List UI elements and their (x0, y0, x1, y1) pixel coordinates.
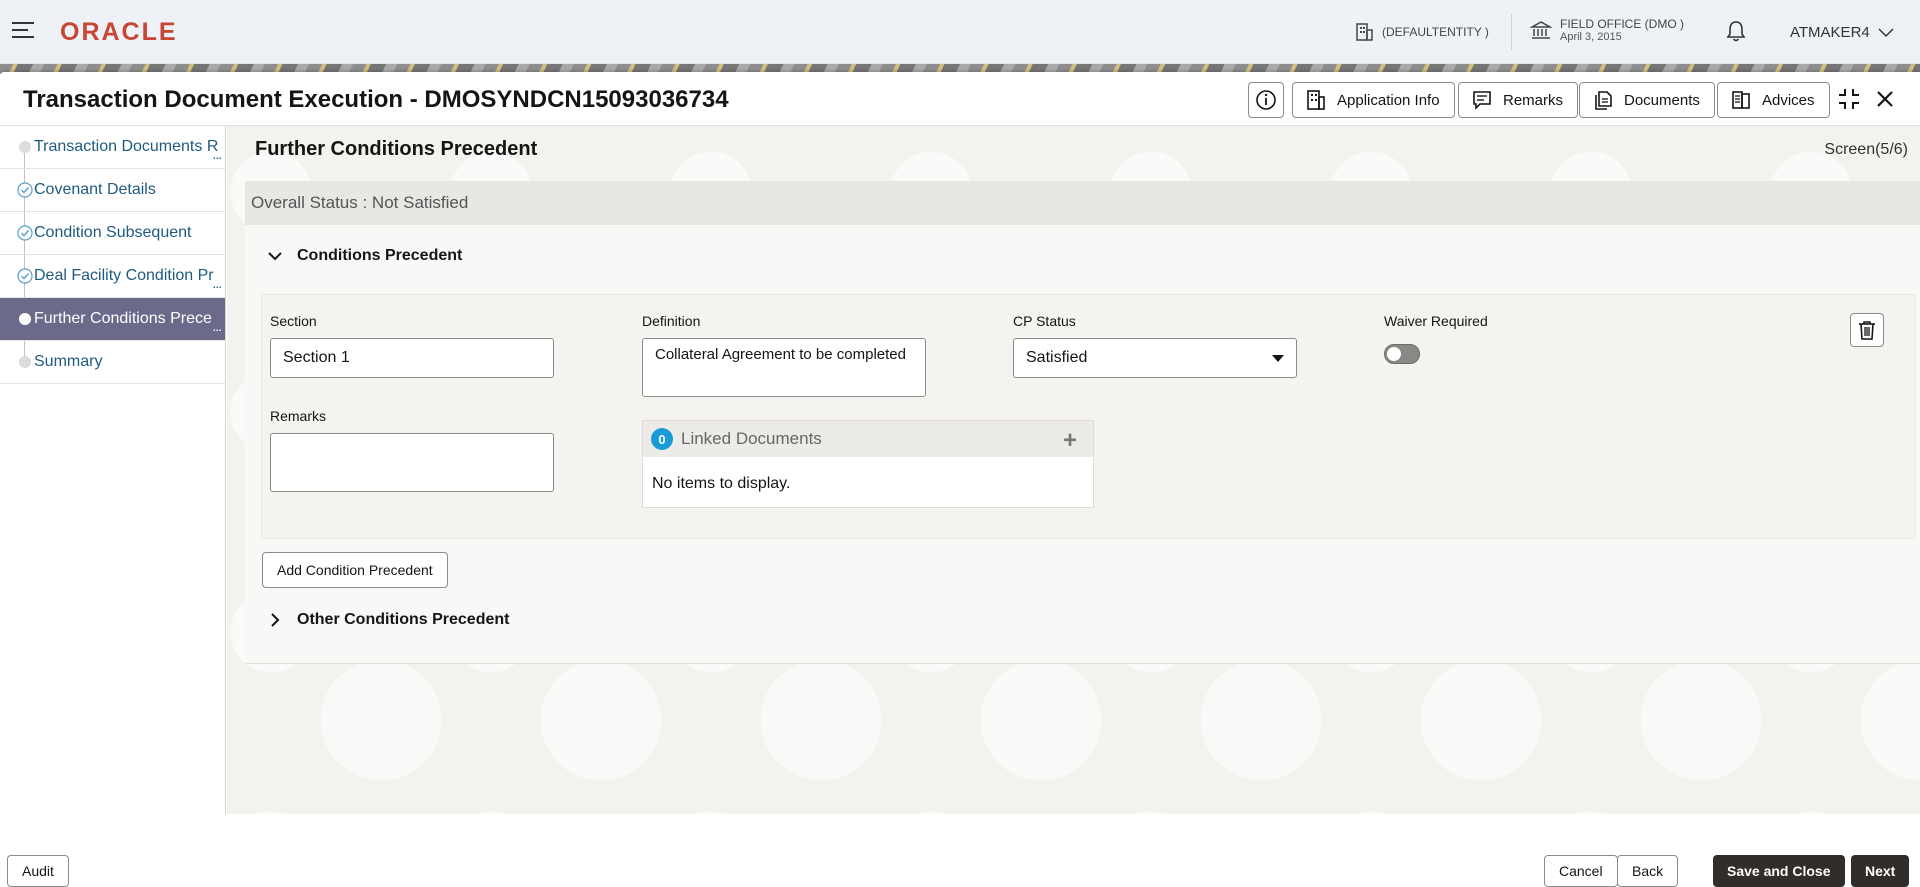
delete-condition-button[interactable] (1850, 313, 1884, 347)
section-input[interactable]: Section 1 (270, 338, 554, 378)
waiver-required-toggle[interactable] (1384, 344, 1420, 364)
notification-bell-icon[interactable] (1725, 19, 1747, 43)
pending-dot-icon (19, 141, 31, 153)
cp-status-select[interactable]: Satisfied (1013, 338, 1297, 378)
remarks-button[interactable]: Remarks (1458, 82, 1579, 118)
add-condition-precedent-button[interactable]: Add Condition Precedent (262, 552, 448, 588)
section-title: Other Conditions Precedent (297, 611, 510, 628)
nav-item-label: Condition Subsequent (34, 224, 192, 241)
comment-icon (1473, 91, 1491, 110)
nav-item-deal-facility-condition[interactable]: Deal Facility Condition Pr ... (0, 255, 225, 298)
linked-documents-title: Linked Documents (681, 429, 822, 448)
advices-button[interactable]: Advices (1717, 82, 1830, 118)
screen-indicator: Screen(5/6) (1824, 141, 1908, 158)
linked-documents-header: 0 Linked Documents + (643, 421, 1093, 457)
dropdown-caret-icon (1272, 355, 1284, 362)
cancel-button[interactable]: Cancel (1544, 855, 1618, 887)
task-window: Transaction Document Execution - DMOSYND… (0, 72, 1920, 887)
window-title: Transaction Document Execution - DMOSYND… (23, 86, 729, 113)
building-icon (1307, 90, 1325, 110)
trash-icon (1859, 321, 1875, 340)
nav-item-label: Further Conditions Prece (34, 310, 212, 327)
chevron-right-icon (271, 613, 280, 627)
other-conditions-header[interactable]: Other Conditions Precedent (267, 611, 509, 629)
remarks-textarea[interactable] (270, 433, 554, 492)
user-menu[interactable]: ATMAKER4 (1790, 24, 1894, 41)
advices-label: Advices (1762, 91, 1815, 109)
back-button[interactable]: Back (1617, 855, 1679, 887)
nav-item-further-conditions[interactable]: Further Conditions Prece ... (0, 298, 225, 341)
minimize-window-icon[interactable] (1834, 84, 1864, 114)
app-header: ORACLE (DEFAULTENTITY ) FIELD OFFICE (DM… (0, 0, 1920, 64)
remarks-label: Remarks (1503, 91, 1564, 109)
info-button[interactable] (1248, 82, 1284, 118)
nav-item-summary[interactable]: Summary (0, 341, 225, 384)
next-button[interactable]: Next (1851, 855, 1910, 887)
waiver-required-label: Waiver Required (1384, 313, 1488, 329)
cp-status-value: Satisfied (1026, 349, 1088, 366)
definition-textarea[interactable]: Collateral Agreement to be completed (642, 338, 926, 397)
application-info-button[interactable]: Application Info (1292, 82, 1455, 118)
current-step-dot-icon (19, 313, 31, 325)
chevron-down-icon (268, 252, 282, 261)
nav-item-transaction-documents[interactable]: Transaction Documents R ... (0, 126, 225, 169)
cp-status-label: CP Status (1013, 313, 1076, 329)
documents-button[interactable]: Documents (1579, 82, 1715, 118)
office-date: April 3, 2015 (1560, 31, 1622, 43)
page-title: Further Conditions Precedent (255, 138, 538, 160)
user-name: ATMAKER4 (1790, 24, 1870, 41)
menu-icon[interactable] (12, 22, 34, 40)
more-indicator: ... (212, 318, 222, 334)
document-icon (1595, 91, 1612, 110)
definition-label: Definition (642, 313, 701, 329)
add-document-icon[interactable]: + (1063, 427, 1077, 455)
train-stop-nav: Transaction Documents R ... Covenant Det… (0, 126, 226, 814)
check-circle-icon (17, 182, 33, 198)
advice-book-icon (1732, 91, 1750, 109)
header-divider (1511, 14, 1512, 50)
nav-item-covenant-details[interactable]: Covenant Details (0, 169, 225, 212)
chevron-down-icon (1878, 27, 1894, 37)
documents-label: Documents (1624, 91, 1700, 109)
check-circle-icon (17, 225, 33, 241)
nav-item-condition-subsequent[interactable]: Condition Subsequent (0, 212, 225, 255)
info-icon (1256, 90, 1276, 110)
office-label: FIELD OFFICE (DMO ) (1560, 17, 1684, 31)
more-indicator: ... (212, 146, 222, 162)
nav-item-label: Deal Facility Condition Pr (34, 267, 214, 284)
check-circle-icon (17, 268, 33, 284)
office-selector[interactable]: FIELD OFFICE (DMO ) April 3, 2015 (1530, 17, 1684, 43)
pending-dot-icon (19, 356, 31, 368)
audit-button[interactable]: Audit (7, 855, 69, 887)
save-and-close-button[interactable]: Save and Close (1713, 855, 1845, 887)
section-label: Section (270, 313, 317, 329)
condition-precedent-card: Section Section 1 Definition Collateral … (261, 294, 1916, 539)
conditions-precedent-header[interactable]: Conditions Precedent (267, 247, 462, 265)
nav-item-label: Summary (34, 353, 103, 370)
remarks-label: Remarks (270, 408, 327, 424)
overall-status: Overall Status : Not Satisfied (245, 181, 1920, 225)
linked-documents-count: 0 (651, 428, 673, 450)
toggle-knob (1387, 347, 1401, 361)
close-icon[interactable] (1870, 84, 1900, 114)
empty-message: No items to display. (652, 475, 791, 492)
more-indicator: ... (212, 275, 222, 291)
section-title: Conditions Precedent (297, 247, 463, 264)
nav-item-label: Transaction Documents R (34, 138, 219, 155)
application-info-label: Application Info (1337, 91, 1440, 109)
nav-item-label: Covenant Details (34, 181, 156, 198)
main-content: Further Conditions Precedent Screen(5/6)… (227, 126, 1920, 814)
conditions-panel: Conditions Precedent Section Section 1 D… (245, 225, 1920, 664)
bank-icon (1530, 21, 1552, 39)
oracle-logo: ORACLE (60, 18, 178, 46)
linked-documents-panel: 0 Linked Documents + No items to display… (642, 420, 1094, 508)
entity-selector[interactable]: (DEFAULTENTITY ) (1354, 22, 1489, 42)
entity-label: (DEFAULTENTITY ) (1382, 25, 1489, 39)
building-icon (1356, 23, 1373, 41)
